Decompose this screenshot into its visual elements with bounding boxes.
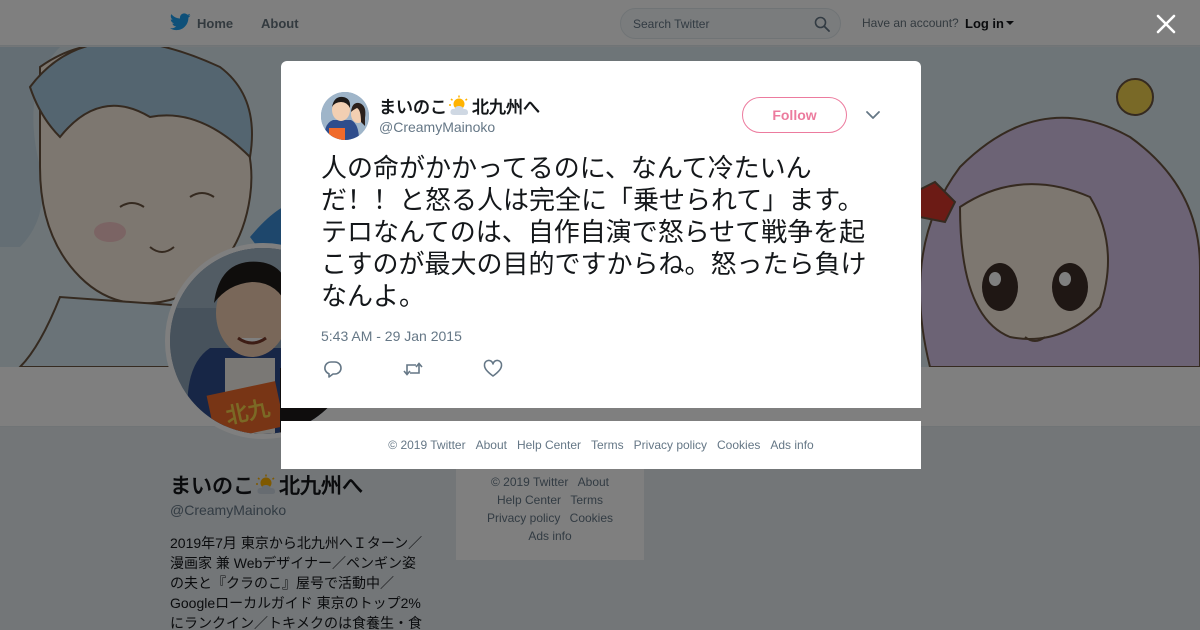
follow-button[interactable]: Follow bbox=[742, 97, 847, 133]
heart-icon[interactable] bbox=[482, 359, 504, 379]
close-icon[interactable] bbox=[1154, 12, 1178, 36]
tweet-modal: まいのこ 北九州へ @CreamyMainoko Follow 人の命がかかって… bbox=[281, 61, 921, 408]
modal-footer: © 2019 Twitter About Help Center Terms P… bbox=[281, 421, 921, 469]
tweet-author-name-suffix: 北九州へ bbox=[472, 98, 540, 117]
retweet-icon[interactable] bbox=[402, 359, 424, 379]
tweet-timestamp[interactable]: 5:43 AM - 29 Jan 2015 bbox=[321, 328, 462, 344]
modal-footer-copyright: © 2019 Twitter bbox=[388, 438, 466, 452]
modal-footer-help-link[interactable]: Help Center bbox=[517, 438, 581, 452]
modal-footer-cookies-link[interactable]: Cookies bbox=[717, 438, 760, 452]
tweet-author-name-text: まいのこ bbox=[379, 98, 447, 117]
tweet-author-handle[interactable]: @CreamyMainoko bbox=[379, 119, 495, 135]
modal-footer-terms-link[interactable]: Terms bbox=[591, 438, 624, 452]
tweet-text: 人の命がかかってるのに、なんて冷たいんだ！！と怒る人は完全に「乗せられて」ます。… bbox=[321, 153, 867, 311]
modal-footer-privacy-link[interactable]: Privacy policy bbox=[634, 438, 707, 452]
modal-footer-about-link[interactable]: About bbox=[476, 438, 507, 452]
reply-icon[interactable] bbox=[322, 359, 344, 379]
tweet-author-avatar[interactable] bbox=[321, 92, 369, 140]
tweet-author-name[interactable]: まいのこ 北九州へ bbox=[379, 93, 540, 118]
tweet-author-avatar-image bbox=[321, 92, 369, 140]
modal-footer-ads-link[interactable]: Ads info bbox=[770, 438, 813, 452]
sun-behind-cloud-icon bbox=[449, 95, 469, 115]
chevron-down-icon[interactable] bbox=[865, 109, 881, 121]
